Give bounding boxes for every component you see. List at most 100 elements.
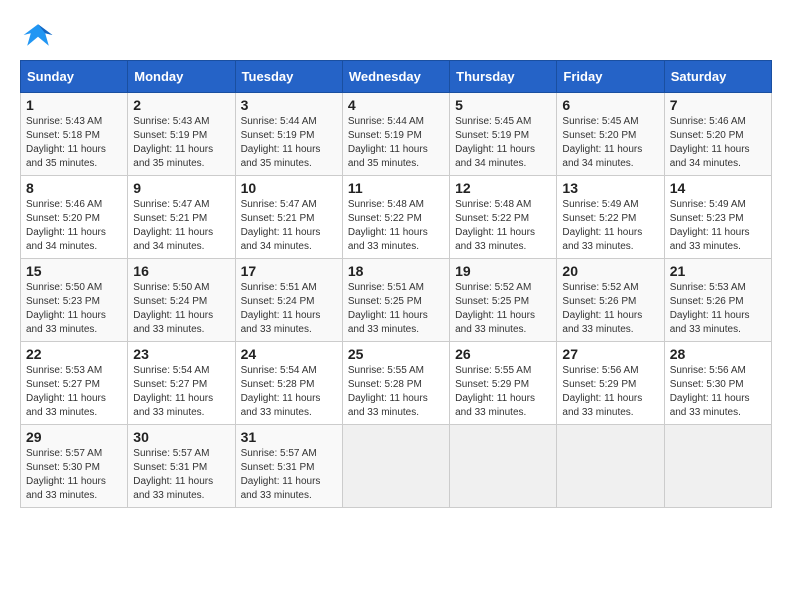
empty-cell bbox=[342, 425, 449, 508]
day-info: Sunrise: 5:52 AMSunset: 5:26 PMDaylight:… bbox=[562, 281, 658, 337]
day-cell-29: 29Sunrise: 5:57 AMSunset: 5:30 PMDayligh… bbox=[21, 425, 128, 508]
day-info: Sunrise: 5:48 AMSunset: 5:22 PMDaylight:… bbox=[455, 198, 551, 254]
day-info: Sunrise: 5:47 AMSunset: 5:21 PMDaylight:… bbox=[241, 198, 337, 254]
day-cell-16: 16Sunrise: 5:50 AMSunset: 5:24 PMDayligh… bbox=[128, 259, 235, 342]
day-number: 9 bbox=[133, 180, 229, 196]
day-info: Sunrise: 5:46 AMSunset: 5:20 PMDaylight:… bbox=[26, 198, 122, 254]
day-info: Sunrise: 5:44 AMSunset: 5:19 PMDaylight:… bbox=[348, 115, 444, 171]
day-number: 8 bbox=[26, 180, 122, 196]
day-cell-25: 25 Sunrise: 5:55 AMSunset: 5:28 PMDayligh… bbox=[342, 342, 449, 425]
day-number: 25 bbox=[348, 346, 444, 362]
day-cell-27: 27 Sunrise: 5:56 AMSunset: 5:29 PMDayligh… bbox=[557, 342, 664, 425]
day-info: Sunrise: 5:47 AMSunset: 5:21 PMDaylight:… bbox=[133, 198, 229, 254]
week-row-4: 22 Sunrise: 5:53 AMSunset: 5:27 PMDayligh… bbox=[21, 342, 772, 425]
day-info: Sunrise: 5:48 AMSunset: 5:22 PMDaylight:… bbox=[348, 198, 444, 254]
day-cell-10: 10 Sunrise: 5:47 AMSunset: 5:21 PMDayligh… bbox=[235, 176, 342, 259]
day-number: 4 bbox=[348, 97, 444, 113]
empty-cell bbox=[557, 425, 664, 508]
day-cell-7: 7Sunrise: 5:46 AMSunset: 5:20 PMDaylight… bbox=[664, 93, 771, 176]
day-number: 3 bbox=[241, 97, 337, 113]
day-info: Sunrise: 5:51 AMSunset: 5:25 PMDaylight:… bbox=[348, 281, 444, 337]
day-info: Sunrise: 5:43 AMSunset: 5:18 PMDaylight:… bbox=[26, 115, 122, 171]
day-number: 12 bbox=[455, 180, 551, 196]
day-number: 31 bbox=[241, 429, 337, 445]
day-cell-6: 6Sunrise: 5:45 AMSunset: 5:20 PMDaylight… bbox=[557, 93, 664, 176]
header-cell-sunday: Sunday bbox=[21, 61, 128, 93]
day-cell-15: 15 Sunrise: 5:50 AMSunset: 5:23 PMDayligh… bbox=[21, 259, 128, 342]
day-cell-18: 18 Sunrise: 5:51 AMSunset: 5:25 PMDayligh… bbox=[342, 259, 449, 342]
day-number: 10 bbox=[241, 180, 337, 196]
day-info: Sunrise: 5:54 AMSunset: 5:28 PMDaylight:… bbox=[241, 364, 337, 420]
header-cell-saturday: Saturday bbox=[664, 61, 771, 93]
header-cell-thursday: Thursday bbox=[450, 61, 557, 93]
day-number: 18 bbox=[348, 263, 444, 279]
day-cell-24: 24 Sunrise: 5:54 AMSunset: 5:28 PMDayligh… bbox=[235, 342, 342, 425]
day-cell-19: 19 Sunrise: 5:52 AMSunset: 5:25 PMDayligh… bbox=[450, 259, 557, 342]
day-number: 14 bbox=[670, 180, 766, 196]
day-cell-23: 23 Sunrise: 5:54 AMSunset: 5:27 PMDayligh… bbox=[128, 342, 235, 425]
day-number: 21 bbox=[670, 263, 766, 279]
week-row-3: 15 Sunrise: 5:50 AMSunset: 5:23 PMDayligh… bbox=[21, 259, 772, 342]
header-cell-tuesday: Tuesday bbox=[235, 61, 342, 93]
day-number: 19 bbox=[455, 263, 551, 279]
day-cell-5: 5 Sunrise: 5:45 AMSunset: 5:19 PMDaylight… bbox=[450, 93, 557, 176]
day-cell-2: 2 Sunrise: 5:43 AMSunset: 5:19 PMDaylight… bbox=[128, 93, 235, 176]
day-cell-12: 12 Sunrise: 5:48 AMSunset: 5:22 PMDayligh… bbox=[450, 176, 557, 259]
logo-icon bbox=[20, 20, 56, 50]
day-cell-13: 13 Sunrise: 5:49 AMSunset: 5:22 PMDayligh… bbox=[557, 176, 664, 259]
day-number: 2 bbox=[133, 97, 229, 113]
day-info: Sunrise: 5:54 AMSunset: 5:27 PMDaylight:… bbox=[133, 364, 229, 420]
day-cell-20: 20 Sunrise: 5:52 AMSunset: 5:26 PMDayligh… bbox=[557, 259, 664, 342]
day-number: 6 bbox=[562, 97, 658, 113]
day-cell-17: 17 Sunrise: 5:51 AMSunset: 5:24 PMDayligh… bbox=[235, 259, 342, 342]
day-number: 20 bbox=[562, 263, 658, 279]
empty-cell bbox=[664, 425, 771, 508]
day-info: Sunrise: 5:57 AMSunset: 5:31 PMDaylight:… bbox=[241, 447, 337, 503]
calendar-table: SundayMondayTuesdayWednesdayThursdayFrid… bbox=[20, 60, 772, 508]
day-cell-22: 22 Sunrise: 5:53 AMSunset: 5:27 PMDayligh… bbox=[21, 342, 128, 425]
day-info: Sunrise: 5:53 AMSunset: 5:27 PMDaylight:… bbox=[26, 364, 122, 420]
day-cell-26: 26Sunrise: 5:55 AMSunset: 5:29 PMDayligh… bbox=[450, 342, 557, 425]
header bbox=[20, 20, 772, 50]
day-info: Sunrise: 5:45 AMSunset: 5:19 PMDaylight:… bbox=[455, 115, 551, 171]
day-info: Sunrise: 5:49 AMSunset: 5:22 PMDaylight:… bbox=[562, 198, 658, 254]
day-cell-21: 21 Sunrise: 5:53 AMSunset: 5:26 PMDayligh… bbox=[664, 259, 771, 342]
day-info: Sunrise: 5:55 AMSunset: 5:29 PMDaylight:… bbox=[455, 364, 551, 420]
day-number: 13 bbox=[562, 180, 658, 196]
week-row-2: 8 Sunrise: 5:46 AMSunset: 5:20 PMDaylight… bbox=[21, 176, 772, 259]
day-number: 1 bbox=[26, 97, 122, 113]
day-info: Sunrise: 5:49 AMSunset: 5:23 PMDaylight:… bbox=[670, 198, 766, 254]
day-info: Sunrise: 5:53 AMSunset: 5:26 PMDaylight:… bbox=[670, 281, 766, 337]
day-number: 11 bbox=[348, 180, 444, 196]
day-number: 7 bbox=[670, 97, 766, 113]
day-cell-11: 11 Sunrise: 5:48 AMSunset: 5:22 PMDayligh… bbox=[342, 176, 449, 259]
day-info: Sunrise: 5:56 AMSunset: 5:29 PMDaylight:… bbox=[562, 364, 658, 420]
day-cell-4: 4 Sunrise: 5:44 AMSunset: 5:19 PMDaylight… bbox=[342, 93, 449, 176]
day-info: Sunrise: 5:44 AMSunset: 5:19 PMDaylight:… bbox=[241, 115, 337, 171]
header-row: SundayMondayTuesdayWednesdayThursdayFrid… bbox=[21, 61, 772, 93]
header-cell-monday: Monday bbox=[128, 61, 235, 93]
day-info: Sunrise: 5:55 AMSunset: 5:28 PMDaylight:… bbox=[348, 364, 444, 420]
day-info: Sunrise: 5:57 AMSunset: 5:31 PMDaylight:… bbox=[133, 447, 229, 503]
day-number: 15 bbox=[26, 263, 122, 279]
day-cell-31: 31 Sunrise: 5:57 AMSunset: 5:31 PMDayligh… bbox=[235, 425, 342, 508]
day-info: Sunrise: 5:56 AMSunset: 5:30 PMDaylight:… bbox=[670, 364, 766, 420]
day-cell-30: 30 Sunrise: 5:57 AMSunset: 5:31 PMDayligh… bbox=[128, 425, 235, 508]
day-number: 23 bbox=[133, 346, 229, 362]
day-number: 22 bbox=[26, 346, 122, 362]
header-cell-wednesday: Wednesday bbox=[342, 61, 449, 93]
day-info: Sunrise: 5:51 AMSunset: 5:24 PMDaylight:… bbox=[241, 281, 337, 337]
day-cell-28: 28Sunrise: 5:56 AMSunset: 5:30 PMDayligh… bbox=[664, 342, 771, 425]
week-row-5: 29Sunrise: 5:57 AMSunset: 5:30 PMDayligh… bbox=[21, 425, 772, 508]
day-number: 24 bbox=[241, 346, 337, 362]
day-number: 5 bbox=[455, 97, 551, 113]
week-row-1: 1 Sunrise: 5:43 AMSunset: 5:18 PMDaylight… bbox=[21, 93, 772, 176]
day-number: 17 bbox=[241, 263, 337, 279]
day-number: 30 bbox=[133, 429, 229, 445]
day-info: Sunrise: 5:50 AMSunset: 5:23 PMDaylight:… bbox=[26, 281, 122, 337]
day-info: Sunrise: 5:52 AMSunset: 5:25 PMDaylight:… bbox=[455, 281, 551, 337]
day-info: Sunrise: 5:43 AMSunset: 5:19 PMDaylight:… bbox=[133, 115, 229, 171]
logo bbox=[20, 20, 62, 50]
day-number: 27 bbox=[562, 346, 658, 362]
header-cell-friday: Friday bbox=[557, 61, 664, 93]
